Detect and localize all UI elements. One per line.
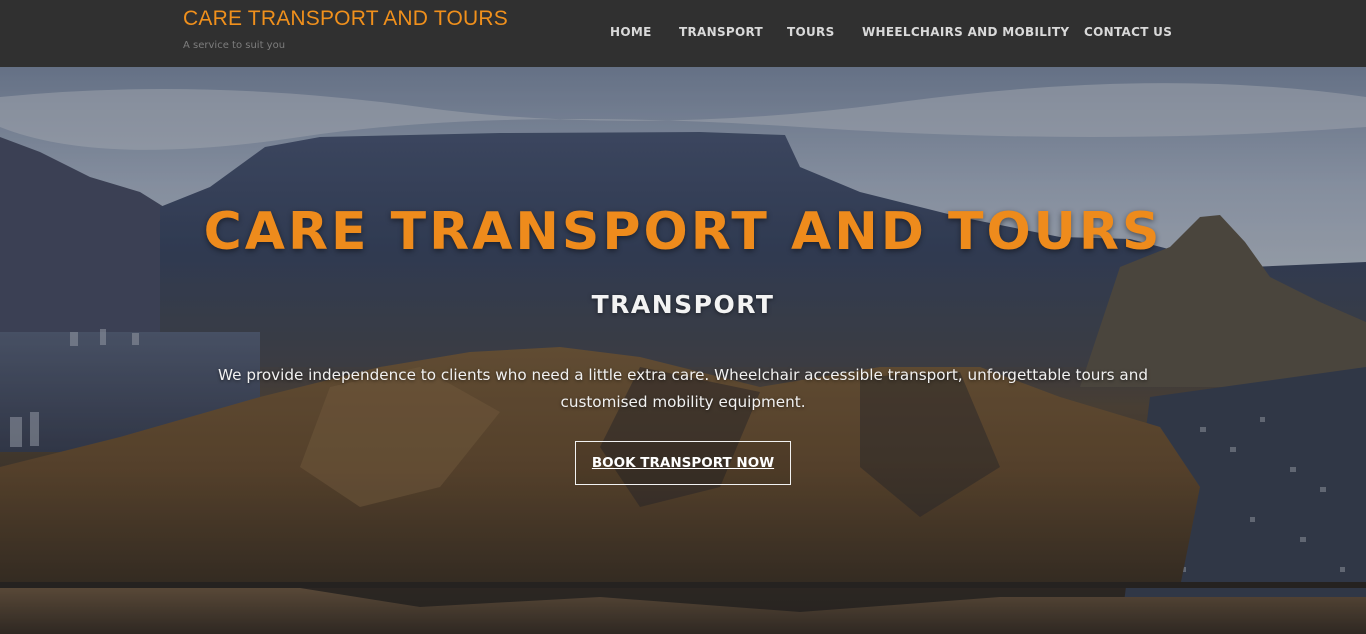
nav-home[interactable]: HOME bbox=[610, 25, 652, 39]
nav-tours[interactable]: TOURS bbox=[787, 25, 835, 39]
site-tagline: A service to suit you bbox=[183, 40, 286, 51]
main-nav: HOME TRANSPORT TOURS WHEELCHAIRS AND MOB… bbox=[0, 25, 1366, 41]
nav-transport[interactable]: TRANSPORT bbox=[679, 25, 763, 39]
hero-title: CARE TRANSPORT AND TOURS bbox=[203, 202, 1163, 262]
hero-description: We provide independence to clients who n… bbox=[218, 366, 1148, 411]
hero-section: CARE TRANSPORT AND TOURS TRANSPORT We pr… bbox=[0, 67, 1366, 634]
nav-wheelchairs-and-mobility[interactable]: WHEELCHAIRS AND MOBILITY bbox=[862, 25, 1069, 39]
hero-subtitle: TRANSPORT bbox=[591, 290, 775, 319]
book-transport-button[interactable]: BOOK TRANSPORT NOW bbox=[575, 441, 791, 485]
site-header: CARE TRANSPORT AND TOURS A service to su… bbox=[0, 0, 1366, 67]
nav-contact-us[interactable]: CONTACT US bbox=[1084, 25, 1172, 39]
hero-overlay bbox=[0, 67, 1366, 634]
